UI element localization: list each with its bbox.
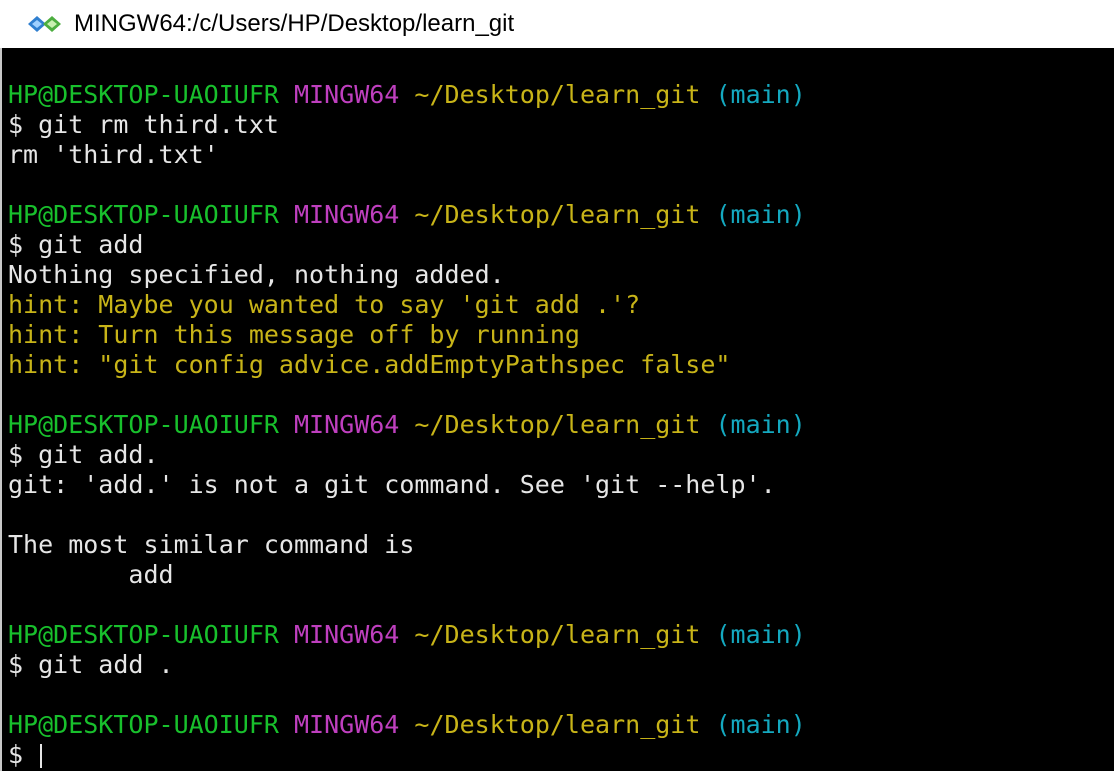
prompt-user: HP@DESKTOP-UAOIUFR — [8, 710, 279, 739]
hint-text: hint: "git config advice.addEmptyPathspe… — [8, 350, 731, 379]
output-text: add — [8, 560, 174, 589]
prompt-branch: (main) — [715, 710, 806, 739]
window-title: MINGW64:/c/Users/HP/Desktop/learn_git — [74, 10, 515, 37]
prompt-host: MINGW64 — [294, 710, 400, 739]
hint-text: hint: Turn this message off by running — [8, 320, 580, 349]
output-text: The most similar command is — [8, 530, 415, 559]
prompt-user: HP@DESKTOP-UAOIUFR — [8, 620, 279, 649]
hint-text: hint: Maybe you wanted to say 'git add .… — [8, 290, 641, 319]
hint-line: hint: Maybe you wanted to say 'git add .… — [8, 290, 1114, 320]
prompt-user: HP@DESKTOP-UAOIUFR — [8, 80, 279, 109]
command-line: $ git add . — [8, 650, 1114, 680]
prompt-line: HP@DESKTOP-UAOIUFR MINGW64 ~/Desktop/lea… — [8, 620, 1114, 650]
prompt-path: ~/Desktop/learn_git — [414, 620, 701, 649]
command-text: $ git add . — [8, 650, 174, 679]
prompt-branch: (main) — [715, 200, 806, 229]
command-text: $ git add — [8, 230, 144, 259]
output-line: add — [8, 560, 1114, 590]
prompt-line: HP@DESKTOP-UAOIUFR MINGW64 ~/Desktop/lea… — [8, 410, 1114, 440]
command-line: $ git add. — [8, 440, 1114, 470]
text-cursor — [40, 744, 43, 768]
prompt-host: MINGW64 — [294, 620, 400, 649]
prompt-branch: (main) — [715, 80, 806, 109]
command-line: $ git add — [8, 230, 1114, 260]
command-text: $ — [8, 740, 39, 769]
hint-line: hint: Turn this message off by running — [8, 320, 1114, 350]
hint-line: hint: "git config advice.addEmptyPathspe… — [8, 350, 1114, 380]
prompt-path: ~/Desktop/learn_git — [414, 80, 701, 109]
prompt-user: HP@DESKTOP-UAOIUFR — [8, 200, 279, 229]
prompt-host: MINGW64 — [294, 410, 400, 439]
prompt-line: HP@DESKTOP-UAOIUFR MINGW64 ~/Desktop/lea… — [8, 710, 1114, 740]
prompt-user: HP@DESKTOP-UAOIUFR — [8, 410, 279, 439]
title-bar[interactable]: MINGW64:/c/Users/HP/Desktop/learn_git — [0, 0, 1114, 48]
output-text: Nothing specified, nothing added. — [8, 260, 505, 289]
terminal-output[interactable]: HP@DESKTOP-UAOIUFR MINGW64 ~/Desktop/lea… — [8, 80, 1114, 771]
prompt-branch: (main) — [715, 620, 806, 649]
output-line: The most similar command is — [8, 530, 1114, 560]
prompt-host: MINGW64 — [294, 80, 400, 109]
mingw-diamond-icon — [26, 13, 64, 35]
command-text: $ git add. — [8, 440, 159, 469]
output-text: rm 'third.txt' — [8, 140, 219, 169]
output-line: Nothing specified, nothing added. — [8, 260, 1114, 290]
command-text: $ git rm third.txt — [8, 110, 279, 139]
prompt-path: ~/Desktop/learn_git — [414, 410, 701, 439]
output-line: rm 'third.txt' — [8, 140, 1114, 170]
prompt-host: MINGW64 — [294, 200, 400, 229]
window-left-border — [0, 0, 2, 771]
terminal-window: MINGW64:/c/Users/HP/Desktop/learn_git HP… — [0, 0, 1114, 771]
output-text: git: 'add.' is not a git command. See 'g… — [8, 470, 776, 499]
prompt-path: ~/Desktop/learn_git — [414, 710, 701, 739]
prompt-path: ~/Desktop/learn_git — [414, 200, 701, 229]
prompt-branch: (main) — [715, 410, 806, 439]
command-line: $ — [8, 740, 1114, 770]
prompt-line: HP@DESKTOP-UAOIUFR MINGW64 ~/Desktop/lea… — [8, 200, 1114, 230]
command-line: $ git rm third.txt — [8, 110, 1114, 140]
prompt-line: HP@DESKTOP-UAOIUFR MINGW64 ~/Desktop/lea… — [8, 80, 1114, 110]
output-line: git: 'add.' is not a git command. See 'g… — [8, 470, 1114, 500]
